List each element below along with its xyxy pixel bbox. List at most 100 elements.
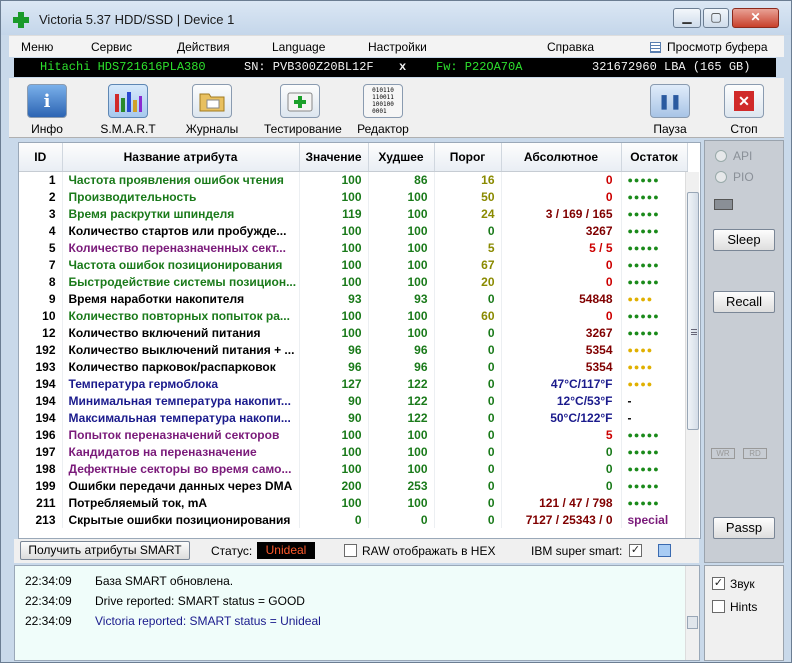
attr-health: ●●●●● [621,460,688,477]
pio-label: PIO [733,170,754,184]
color-swatch[interactable] [658,544,671,557]
attr-name: Температура гермоблока [62,375,300,392]
table-scroll-thumb[interactable] [687,192,699,430]
table-row[interactable]: 7 Частота ошибок позиционирования 100 100 67… [19,256,688,273]
log-scrollbar[interactable] [685,566,699,660]
attr-id: 7 [19,256,63,273]
table-row[interactable]: 1 Частота проявления ошибок чтения 100 86 16… [19,171,688,188]
attr-worst: 0 [368,511,435,528]
table-row[interactable]: 199 Ошибки передачи данных через DMA 200 25… [19,477,688,494]
attr-name: Количество парковок/распарковок [62,358,300,375]
col-header-name[interactable]: Название атрибута [62,143,300,172]
col-header-value[interactable]: Значение [299,143,369,172]
hints-checkbox[interactable] [712,600,725,613]
side-options: ✓ Звук Hints [704,565,784,661]
table-row[interactable]: 10 Количество повторных попыток ра... 100 1… [19,307,688,324]
stop-button[interactable]: ✕ Стоп [709,82,779,136]
attr-id: 213 [19,511,63,528]
table-row[interactable]: 5 Количество переназначенных сект... 100 10… [19,239,688,256]
table-row[interactable]: 193 Количество парковок/распарковок 96 96 0 5… [19,358,688,375]
table-row[interactable]: 196 Попыток переназначений секторов 100 100… [19,426,688,443]
attr-health: ●●●●● [621,477,688,494]
menu-item[interactable]: Справка [547,40,594,54]
stop-icon: ✕ [724,84,764,118]
attr-worst: 100 [368,239,435,256]
logs-button[interactable]: Журналы [177,82,247,136]
table-row[interactable]: 192 Количество выключений питания + ... 96… [19,341,688,358]
attr-threshold: 0 [434,392,502,409]
attr-health: ●●●● [621,341,688,358]
menu-item[interactable]: Language [272,40,325,54]
attr-health: ●●●●● [621,222,688,239]
editor-binary-icon: 010110 110011 100100 0001 [363,84,403,118]
attr-threshold: 0 [434,511,502,528]
get-smart-button[interactable]: Получить атрибуты SMART [20,541,190,560]
log-scroll-thumb[interactable] [687,616,698,629]
table-row[interactable]: 213 Скрытые ошибки позиционирования 0 0 0 712… [19,511,688,528]
menu-item[interactable]: Меню [21,40,53,54]
app-window: Victoria 5.37 HDD/SSD | Device 1 ▁ ▢ ✕ М… [0,0,792,663]
sleep-button[interactable]: Sleep [713,229,775,251]
recall-button[interactable]: Recall [713,291,775,313]
attr-id: 211 [19,494,63,511]
close-button[interactable]: ✕ [732,8,779,28]
attr-value: 90 [299,392,369,409]
attr-health: - [621,409,688,426]
ibm-checkbox[interactable]: ✓ [629,544,642,557]
passp-button[interactable]: Passp [713,517,775,539]
col-header-raw[interactable]: Абсолютное [501,143,622,172]
minimize-button[interactable]: ▁ [673,8,701,28]
table-row[interactable]: 194 Температура гермоблока 127 122 0 47°C/117… [19,375,688,392]
table-row[interactable]: 198 Дефектные секторы во время само... 100… [19,460,688,477]
attr-health: ●●●● [621,290,688,307]
api-radio[interactable] [715,150,727,162]
col-header-id[interactable]: ID [19,143,63,172]
attr-worst: 122 [368,392,435,409]
table-row[interactable]: 2 Производительность 100 100 50 0 ●●●●● [19,188,688,205]
col-header-worst[interactable]: Худшее [368,143,435,172]
attr-threshold: 0 [434,222,502,239]
table-row[interactable]: 211 Потребляемый ток, mA 100 100 0 121 / 47 /… [19,494,688,511]
attr-raw: 3267 [501,324,622,341]
table-row[interactable]: 197 Кандидатов на переназначение 100 100 0 0 ●… [19,443,688,460]
attr-value: 100 [299,273,369,290]
attr-value: 93 [299,290,369,307]
smart-button[interactable]: S.M.A.R.T [93,82,163,136]
device-close-x[interactable]: x [399,60,406,74]
test-button[interactable]: Тестирование [264,82,342,136]
attr-name: Дефектные секторы во время само... [62,460,300,477]
menu-item[interactable]: Настройки [368,40,427,54]
raw-hex-checkbox[interactable] [344,544,357,557]
logs-folder-icon [192,84,232,118]
col-header-threshold[interactable]: Порог [434,143,502,172]
attr-raw: 0 [501,307,622,324]
table-row[interactable]: 194 Максимальная температура накопи... 90 1… [19,409,688,426]
menu-item[interactable]: Действия [177,40,230,54]
table-row[interactable]: 9 Время наработки накопителя 93 93 0 54848 ●●●… [19,290,688,307]
log-line: 22:34:09 Drive reported: SMART status = G… [25,594,305,608]
table-row[interactable]: 194 Минимальная температура накопит... 90 1… [19,392,688,409]
table-row[interactable]: 8 Быстродействие системы позицион... 100 10… [19,273,688,290]
attr-health: ●●●●● [621,307,688,324]
device-firmware: Fw: P22OA70A [436,60,523,74]
table-row[interactable]: 4 Количество стартов или пробужде... 100 10… [19,222,688,239]
attr-name: Частота проявления ошибок чтения [62,171,300,188]
attr-id: 3 [19,205,63,222]
wr-indicator: WR [711,448,735,459]
maximize-button[interactable]: ▢ [703,8,729,28]
attr-worst: 100 [368,256,435,273]
buffer-view-button[interactable]: Просмотр буфера [667,40,768,54]
table-scrollbar[interactable] [685,172,699,538]
attr-name: Кандидатов на переназначение [62,443,300,460]
menu-item[interactable]: Сервис [91,40,132,54]
attr-id: 194 [19,375,63,392]
pio-radio[interactable] [715,171,727,183]
pause-button[interactable]: ❚❚ Пауза [635,82,705,136]
info-icon: i [27,84,67,118]
table-row[interactable]: 12 Количество включений питания 100 100 0 326… [19,324,688,341]
col-header-health[interactable]: Остаток [621,143,688,172]
editor-button[interactable]: 010110 110011 100100 0001 Редактор [348,82,418,136]
info-button[interactable]: i Инфо [12,82,82,136]
sound-checkbox[interactable]: ✓ [712,577,725,590]
table-row[interactable]: 3 Время раскрутки шпинделя 119 100 24 3 / 169… [19,205,688,222]
